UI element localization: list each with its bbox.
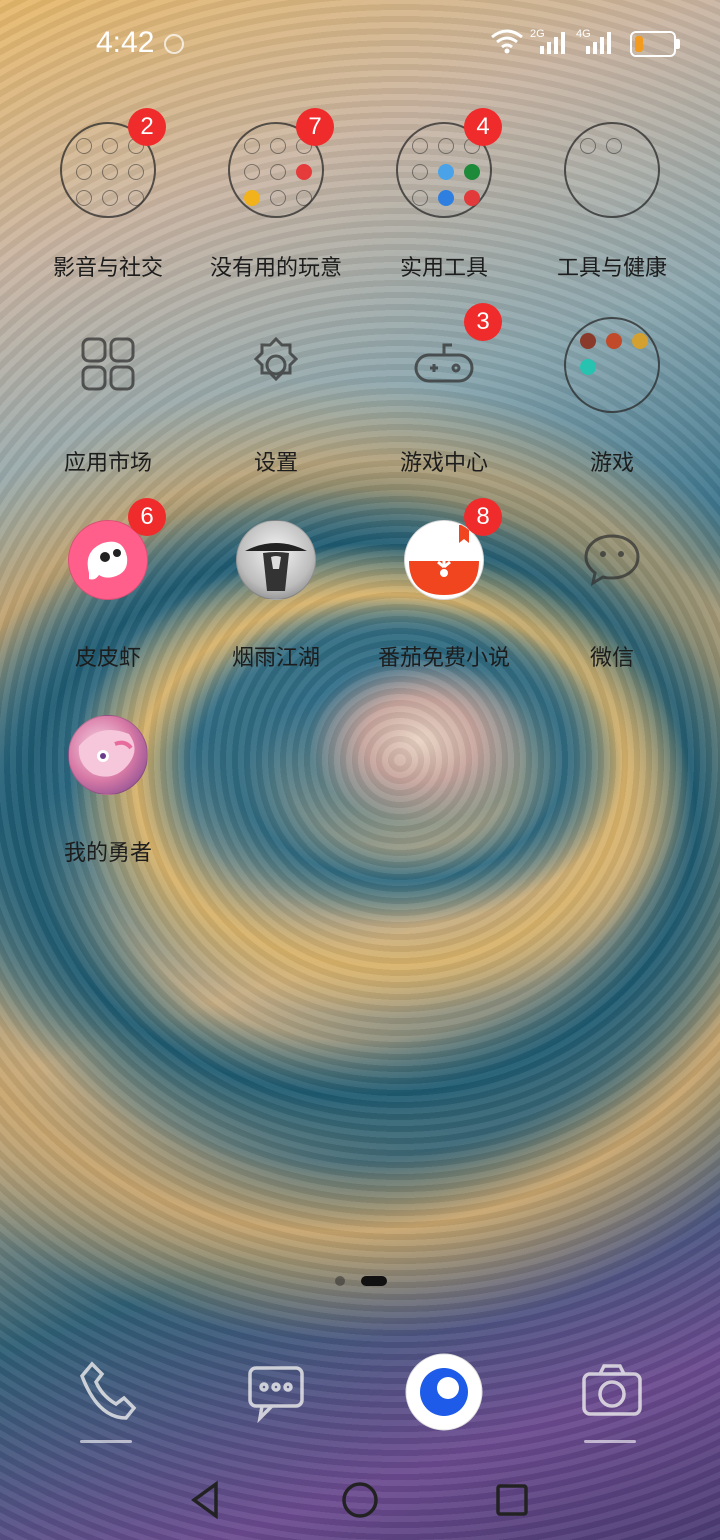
app-yanyujianghu[interactable]: 烟雨江湖 (192, 520, 360, 700)
folder-icon (564, 317, 660, 413)
dock-divider (584, 1440, 636, 1443)
folder-useless-stuff[interactable]: 7 没有用的玩意 (192, 108, 360, 310)
app-label: 没有用的玩意 (209, 256, 342, 281)
notification-badge: 3 (464, 303, 502, 341)
dock-divider (80, 1440, 132, 1443)
app-game-center[interactable]: 3 游戏中心 (360, 303, 528, 505)
app-market-icon (68, 325, 148, 405)
page-indicator-dot-2[interactable] (361, 1276, 387, 1286)
app-label: 烟雨江湖 (231, 646, 320, 671)
yanyujianghu-app-icon (236, 520, 316, 600)
app-label: 番茄免费小说 (377, 646, 510, 671)
app-pipixia[interactable]: 6 皮皮虾 (24, 498, 192, 700)
browser-icon[interactable] (404, 1352, 484, 1432)
app-label: 游戏 (589, 451, 634, 476)
app-label: 影音与社交 (52, 256, 163, 281)
messages-icon[interactable] (236, 1352, 316, 1432)
app-wechat[interactable]: 微信 (528, 520, 696, 700)
folder-utility-tools[interactable]: 4 实用工具 (360, 108, 528, 310)
wifi-icon (490, 28, 524, 61)
recents-button[interactable] (492, 1480, 532, 1520)
folder-media-social[interactable]: 2 影音与社交 (24, 108, 192, 310)
app-label: 应用市场 (63, 451, 152, 476)
gear-icon (236, 325, 316, 405)
app-label: 皮皮虾 (74, 646, 141, 671)
app-fanqie-novel[interactable]: 8 番茄免费小说 (360, 498, 528, 700)
notification-badge: 6 (128, 498, 166, 536)
wechat-icon (572, 520, 652, 600)
camera-icon[interactable] (572, 1352, 652, 1432)
app-label: 工具与健康 (556, 256, 667, 281)
home-button[interactable] (340, 1480, 380, 1520)
app-label: 设置 (253, 451, 298, 476)
clock: 4:42 (96, 26, 155, 59)
back-button[interactable] (186, 1480, 226, 1520)
app-market[interactable]: 应用市场 (24, 325, 192, 505)
notification-badge: 4 (464, 108, 502, 146)
page-indicator-dot-1[interactable] (335, 1276, 345, 1286)
folder-icon (564, 122, 660, 218)
app-wodeyongzhe[interactable]: 我的勇者 (24, 715, 192, 895)
wodeyongzhe-app-icon (68, 715, 148, 795)
app-label: 我的勇者 (63, 841, 152, 866)
notification-badge: 7 (296, 108, 334, 146)
phone-icon[interactable] (68, 1352, 148, 1432)
account-icon (164, 34, 184, 54)
notification-badge: 8 (464, 498, 502, 536)
notification-badge: 2 (128, 108, 166, 146)
folder-tools-health[interactable]: 工具与健康 (528, 122, 696, 310)
app-settings[interactable]: 设置 (192, 325, 360, 505)
folder-games[interactable]: 游戏 (528, 317, 696, 505)
status-bar: 4:42 2G 4G (0, 0, 720, 84)
app-label: 微信 (589, 646, 634, 671)
app-label: 游戏中心 (399, 451, 488, 476)
app-label: 实用工具 (399, 256, 488, 281)
battery-icon (630, 31, 680, 57)
